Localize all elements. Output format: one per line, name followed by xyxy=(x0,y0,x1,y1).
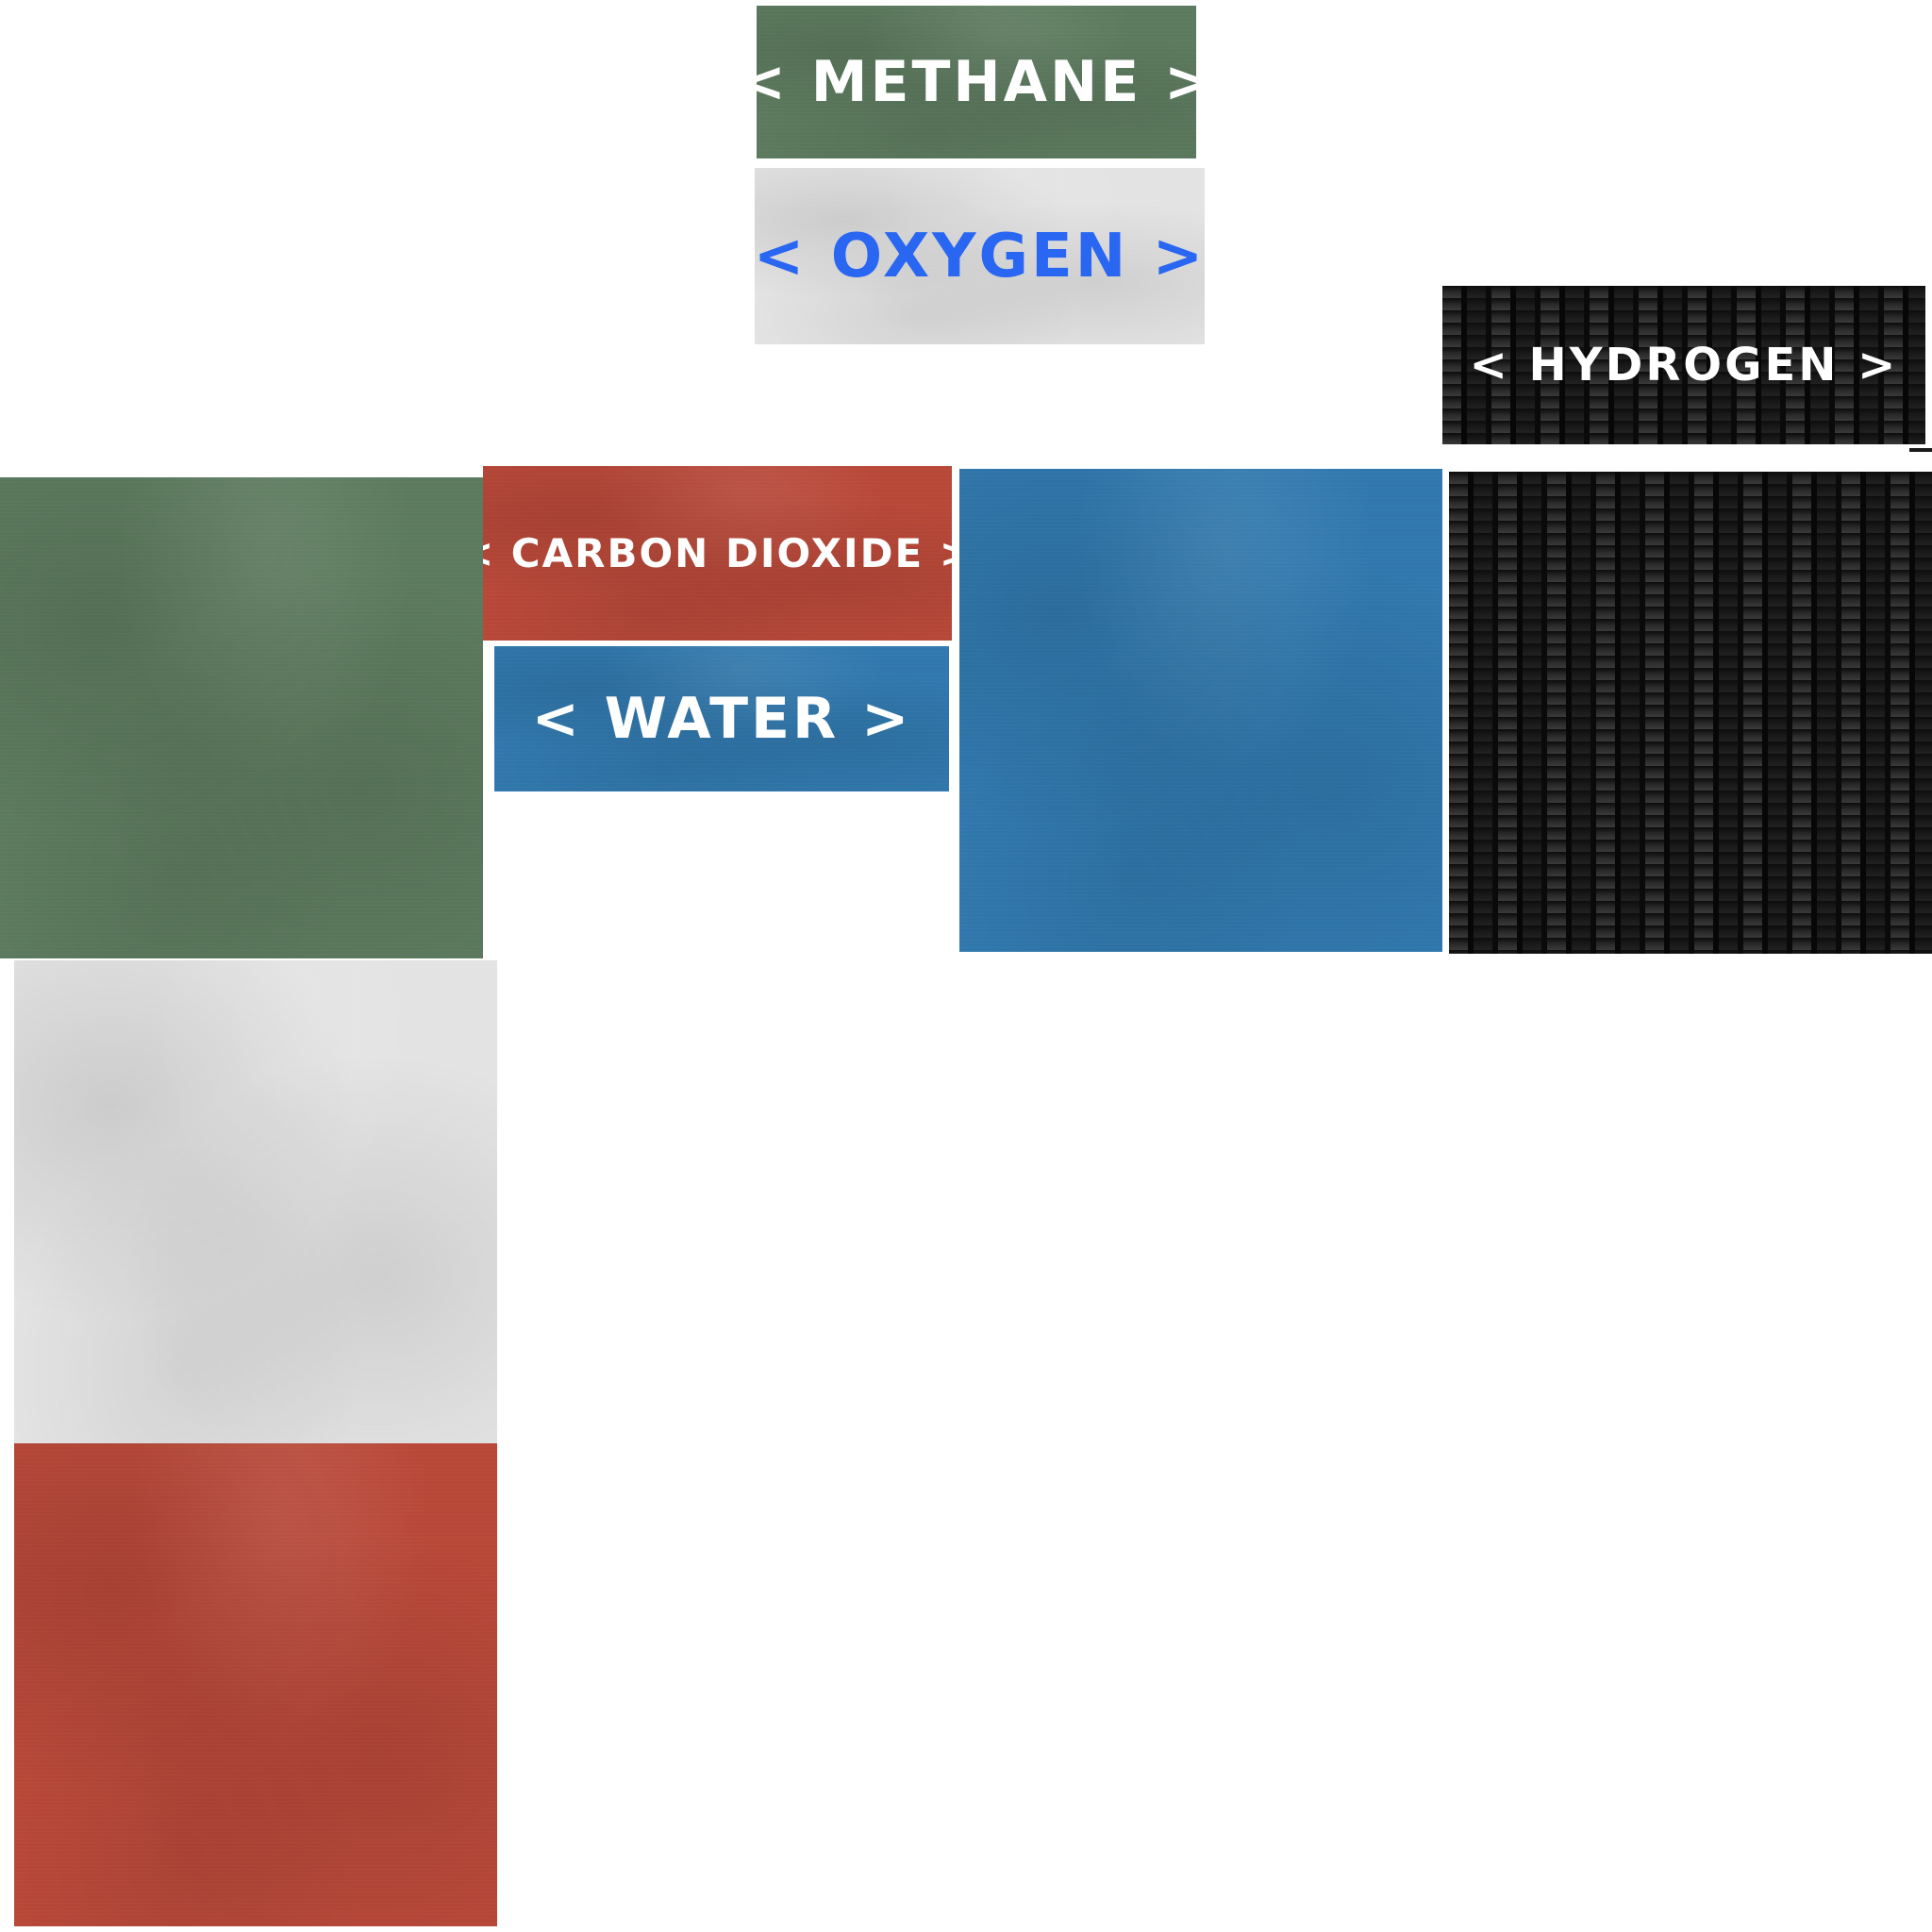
white-texture-swatch xyxy=(14,960,497,1443)
hydrogen-plate-edge-mark xyxy=(1909,448,1932,452)
blue-texture-swatch xyxy=(959,469,1442,952)
carbon-dioxide-label: < CARBON DIOXIDE > xyxy=(483,530,952,576)
water-label: < WATER > xyxy=(531,686,912,752)
red-texture-swatch xyxy=(14,1443,497,1926)
methane-label-plate: < METHANE > xyxy=(757,6,1196,158)
hydrogen-label-plate: < HYDROGEN > xyxy=(1442,286,1925,444)
oxygen-label-plate: < OXYGEN > xyxy=(755,168,1205,344)
carbon-fiber-texture-swatch xyxy=(1449,472,1932,954)
green-texture-swatch xyxy=(0,477,483,958)
oxygen-label: < OXYGEN > xyxy=(755,221,1205,291)
carbon-dioxide-label-plate: < CARBON DIOXIDE > xyxy=(483,466,952,641)
water-label-plate: < WATER > xyxy=(494,646,949,791)
hydrogen-label: < HYDROGEN > xyxy=(1469,339,1899,391)
methane-label: < METHANE > xyxy=(757,49,1196,115)
